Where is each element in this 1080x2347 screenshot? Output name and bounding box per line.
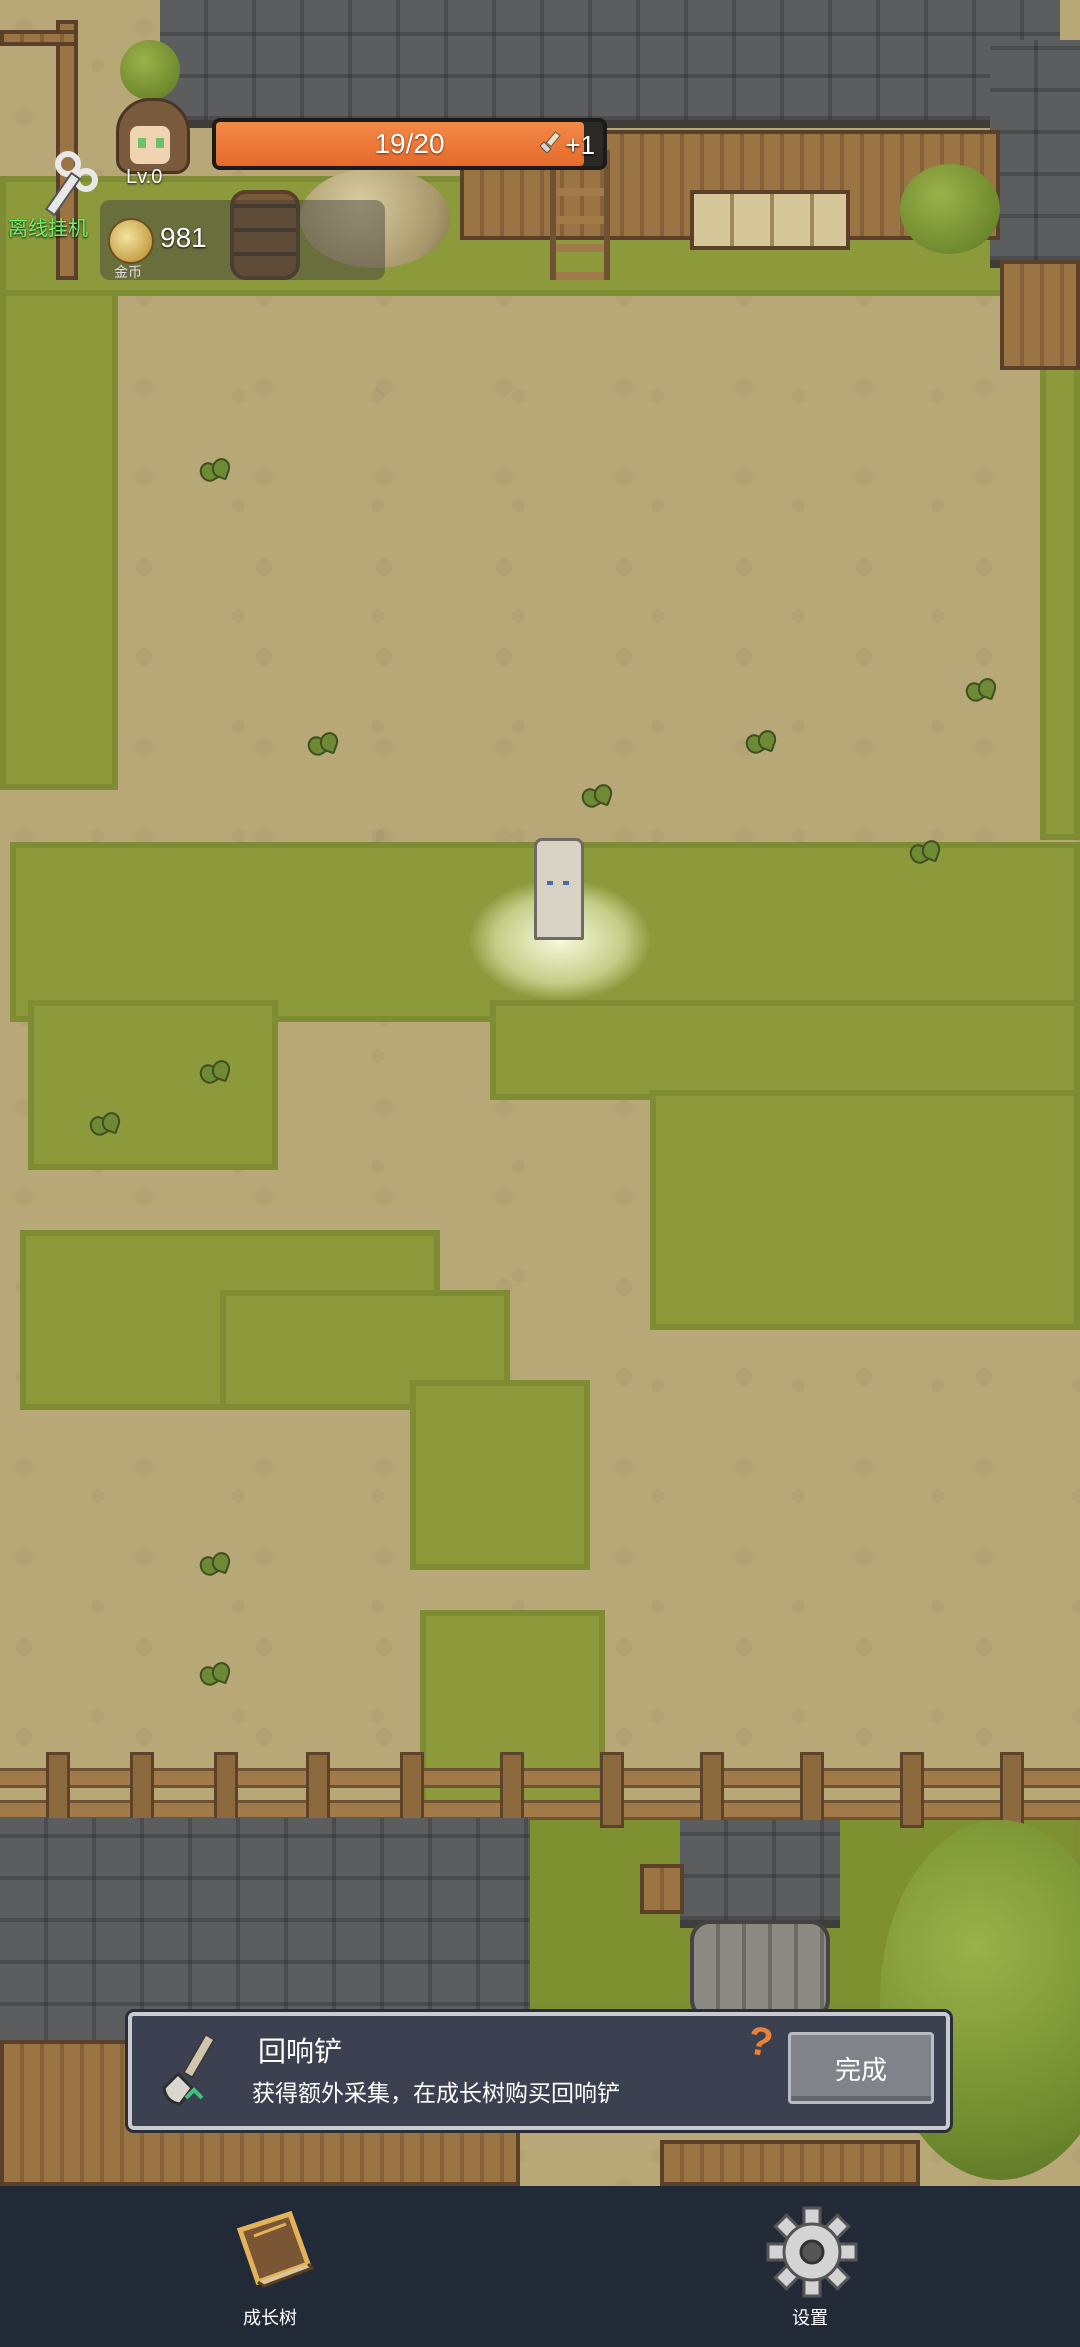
fence-post (800, 1752, 824, 1828)
quest-description: 获得额外采集，在成长树购买回响铲 (252, 2080, 620, 2106)
xp-bar: 19/20 +1 (212, 118, 607, 170)
xp-bonus: +1 (565, 130, 595, 160)
done-button[interactable]: 完成 (788, 2032, 934, 2104)
nav-settings[interactable]: 设置 (730, 2206, 890, 2336)
player-character[interactable] (534, 838, 584, 940)
fence-post (1000, 1752, 1024, 1828)
gear-icon (766, 2206, 858, 2298)
weed-sprout[interactable] (578, 782, 614, 812)
fence-post (500, 1752, 524, 1828)
fence-post (130, 1752, 154, 1828)
idle-label[interactable]: 离线挂机 (8, 212, 88, 241)
nav-growth-tree-label: 成长树 (243, 2308, 297, 2328)
gold-amount: 981 (160, 222, 207, 253)
grass-patch (650, 1090, 1080, 1330)
wooden-beam (0, 30, 78, 46)
shovel-icon (162, 2033, 216, 2106)
fence-post (46, 1752, 70, 1828)
roof-top-right (990, 40, 1080, 268)
weed-sprout[interactable] (196, 1660, 232, 1690)
eye (547, 881, 553, 885)
nav-growth-tree[interactable]: 成长树 (190, 2206, 350, 2336)
avatar-face (130, 126, 170, 164)
well-roof (680, 1820, 840, 1928)
roof-top (160, 0, 1060, 128)
nav-settings-label: 设置 (792, 2308, 828, 2328)
book-icon (236, 2210, 315, 2288)
fence-post (700, 1752, 724, 1828)
grass-patch (0, 250, 118, 790)
weed-sprout[interactable] (196, 1550, 232, 1580)
weed-sprout[interactable] (196, 456, 232, 486)
weed-sprout[interactable] (906, 838, 942, 868)
grass-patch (1040, 300, 1080, 840)
bush (120, 40, 180, 100)
quest-title: 回响铲 (258, 2036, 343, 2067)
game-scene[interactable] (0, 0, 1080, 2347)
fence-post (214, 1752, 238, 1828)
weed-sprout[interactable] (742, 728, 778, 758)
gold-coin-icon (108, 218, 154, 264)
grass-patch (410, 1380, 590, 1570)
question-mark-icon[interactable]: ? (744, 2018, 776, 2067)
fence-post (400, 1752, 424, 1828)
weed-sprout[interactable] (962, 676, 998, 706)
weed-sprout[interactable] (196, 1058, 232, 1088)
shovel-icon (539, 131, 561, 154)
bush (900, 164, 1000, 254)
house-wall-right (1000, 260, 1080, 370)
hay-bales (690, 190, 850, 250)
avatar-eye (156, 138, 164, 148)
bucket (640, 1864, 684, 1914)
fence-post (900, 1752, 924, 1828)
eye (563, 881, 569, 885)
fence-post (600, 1752, 624, 1828)
avatar-eye (138, 138, 146, 148)
level-label: Lv.0 (126, 166, 163, 188)
fence-post (306, 1752, 330, 1828)
grass-patch (28, 1000, 278, 1170)
gold-label: 金币 (114, 264, 142, 280)
cart (660, 2140, 920, 2186)
quest-panel: 回响铲 获得额外采集，在成长树购买回响铲 ? 完成 (128, 2012, 950, 2130)
bottom-nav: 成长树 设置 (0, 2186, 1080, 2347)
grass-patch (490, 1000, 1080, 1100)
weed-sprout[interactable] (86, 1110, 122, 1140)
weed-sprout[interactable] (304, 730, 340, 760)
well (690, 1920, 830, 2020)
